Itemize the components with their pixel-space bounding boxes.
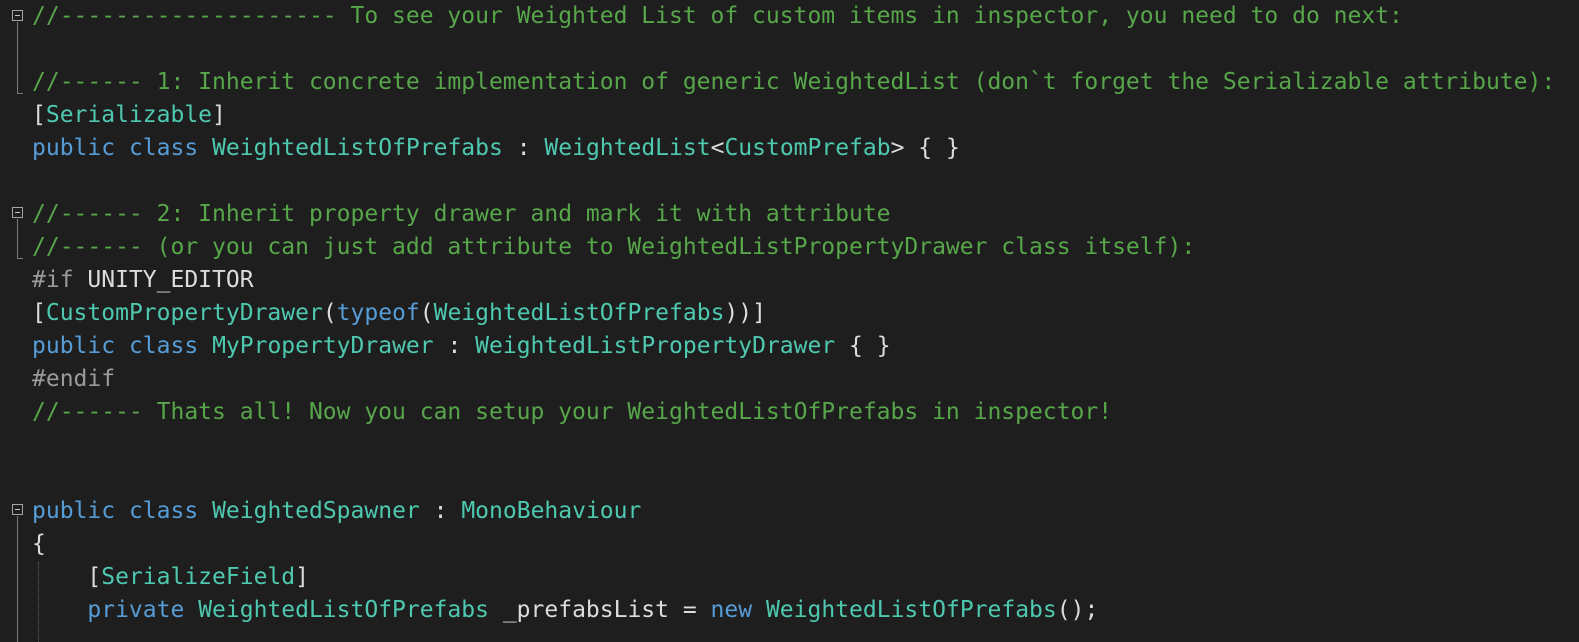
code-token-type: CustomPropertyDrawer bbox=[45, 300, 323, 326]
code-token-plain: : bbox=[419, 498, 462, 524]
code-token-plain: [ bbox=[32, 300, 46, 326]
code-token-plain: ( bbox=[419, 300, 434, 326]
outline-guide bbox=[17, 219, 18, 259]
code-token-comment: //------ 2: Inherit property drawer and … bbox=[32, 201, 891, 227]
code-line-8[interactable]: [CustomPropertyDrawer(typeof(WeightedLis… bbox=[32, 297, 766, 330]
code-token-type: WeightedList bbox=[544, 135, 711, 161]
code-token-plain: ( bbox=[322, 300, 337, 326]
code-line-14[interactable]: [SerializeField] bbox=[32, 561, 309, 594]
code-line-9[interactable]: public class MyPropertyDrawer : Weighted… bbox=[32, 330, 891, 363]
outline-guide bbox=[17, 516, 18, 642]
code-token-type: WeightedListOfPrefabs bbox=[198, 597, 489, 623]
code-token-type: MonoBehaviour bbox=[461, 498, 642, 524]
collapse-region-icon[interactable] bbox=[12, 10, 23, 21]
collapse-class-icon[interactable] bbox=[12, 504, 23, 515]
code-line-5[interactable]: //------ 2: Inherit property drawer and … bbox=[32, 198, 891, 231]
code-token-plain: : bbox=[502, 135, 545, 161]
code-line-6[interactable]: //------ (or you can just add attribute … bbox=[32, 231, 1195, 264]
code-token-plain: [ bbox=[32, 102, 46, 128]
code-token-plain: ] bbox=[212, 102, 226, 128]
code-token-directive: #endif bbox=[32, 366, 116, 392]
code-token-keyword: public bbox=[32, 498, 116, 524]
code-token-comment: //------ Thats all! Now you can setup yo… bbox=[32, 399, 1113, 425]
code-line-2[interactable]: //------ 1: Inherit concrete implementat… bbox=[32, 66, 1555, 99]
code-line-4[interactable]: public class WeightedListOfPrefabs : Wei… bbox=[32, 132, 960, 165]
code-token-keyword: public bbox=[32, 135, 116, 161]
code-line-1[interactable]: //-------------------- To see your Weigh… bbox=[32, 0, 1403, 33]
code-token-plain: [ bbox=[32, 564, 102, 590]
code-token-keyword: class bbox=[128, 135, 199, 161]
code-token-type: WeightedSpawner bbox=[212, 498, 420, 524]
outline-guide-end bbox=[17, 93, 23, 94]
code-line-15[interactable]: private WeightedListOfPrefabs _prefabsLi… bbox=[32, 594, 1098, 627]
code-token-keyword: public bbox=[32, 333, 116, 359]
code-token-comment: //------ (or you can just add attribute … bbox=[32, 234, 1196, 260]
outline-guide-end bbox=[17, 258, 23, 259]
code-token-plain: UNITY_EDITOR bbox=[73, 267, 254, 293]
code-token-plain: : bbox=[433, 333, 476, 359]
code-token-plain: { } bbox=[835, 333, 891, 359]
code-line-12[interactable]: public class WeightedSpawner : MonoBehav… bbox=[32, 495, 641, 528]
outline-guide bbox=[17, 22, 18, 94]
code-token-type: WeightedListOfPrefabs bbox=[433, 300, 725, 326]
code-line-13[interactable]: { bbox=[32, 528, 46, 561]
code-token-plain: ))] bbox=[724, 300, 766, 326]
code-line-10[interactable]: #endif bbox=[32, 363, 115, 396]
code-token-keyword: class bbox=[128, 333, 199, 359]
code-line-7[interactable]: #if UNITY_EDITOR bbox=[32, 264, 254, 297]
code-token-type: Serializable bbox=[45, 102, 213, 128]
code-token-plain: < bbox=[710, 135, 725, 161]
code-token-plain: { bbox=[32, 531, 46, 557]
code-token-type: SerializeField bbox=[101, 564, 296, 590]
code-token-type: CustomPrefab bbox=[724, 135, 891, 161]
code-token-keyword: typeof bbox=[336, 300, 420, 326]
code-line-11[interactable]: //------ Thats all! Now you can setup yo… bbox=[32, 396, 1112, 429]
code-line-3[interactable]: [Serializable] bbox=[32, 99, 226, 132]
code-token-type: WeightedListOfPrefabs bbox=[212, 135, 503, 161]
code-token-type: WeightedListPropertyDrawer bbox=[475, 333, 836, 359]
code-token-directive: #if bbox=[32, 267, 74, 293]
code-token-plain: > { } bbox=[890, 135, 960, 161]
code-editor[interactable]: //-------------------- To see your Weigh… bbox=[0, 0, 1579, 642]
code-token-plain: _prefabsList = bbox=[488, 597, 711, 623]
code-token-plain: ] bbox=[295, 564, 309, 590]
code-token-type: MyPropertyDrawer bbox=[212, 333, 434, 359]
code-token-type: WeightedListOfPrefabs bbox=[765, 597, 1057, 623]
code-token-keyword: new bbox=[710, 597, 753, 623]
code-token-comment: //------ 1: Inherit concrete implementat… bbox=[32, 69, 1556, 95]
code-token-keyword: class bbox=[128, 498, 199, 524]
collapse-region-icon[interactable] bbox=[12, 207, 23, 218]
code-token-comment: //-------------------- To see your Weigh… bbox=[32, 3, 1403, 29]
code-token-keyword: private bbox=[87, 597, 185, 623]
code-token-plain: (); bbox=[1056, 597, 1099, 623]
